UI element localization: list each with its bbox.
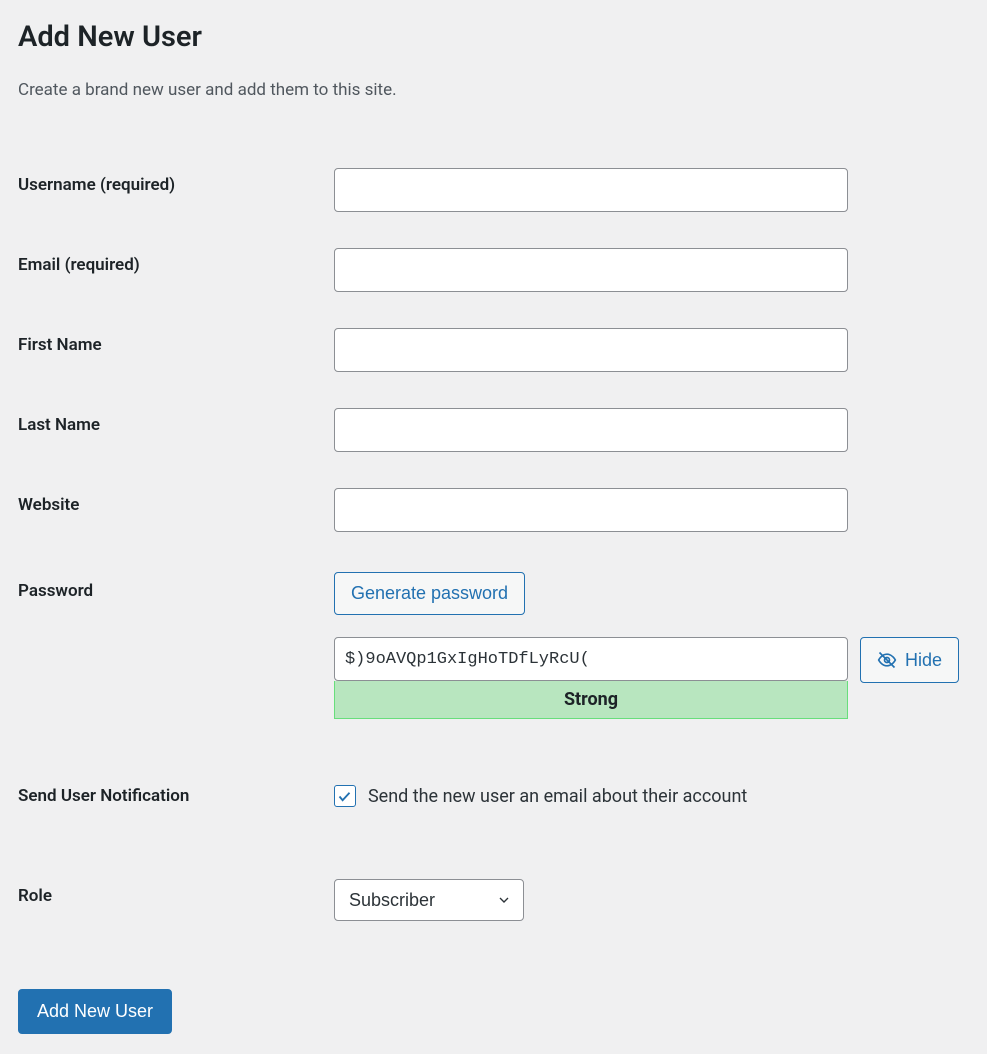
eye-slash-icon <box>877 650 897 670</box>
last-name-input[interactable] <box>334 408 848 452</box>
send-notification-checkbox[interactable] <box>334 785 356 807</box>
password-input[interactable] <box>334 637 848 681</box>
first-name-label: First Name <box>18 335 102 355</box>
password-strength-indicator: Strong <box>334 681 848 719</box>
password-label: Password <box>18 581 93 601</box>
generate-password-button[interactable]: Generate password <box>334 572 525 615</box>
notification-checkbox-label: Send the new user an email about their a… <box>368 786 747 807</box>
first-name-input[interactable] <box>334 328 848 372</box>
role-label: Role <box>18 886 52 906</box>
role-select[interactable]: Subscriber <box>334 879 524 921</box>
website-input[interactable] <box>334 488 848 532</box>
notification-label: Send User Notification <box>18 786 189 806</box>
username-label: Username (required) <box>18 175 175 195</box>
page-title: Add New User <box>18 20 969 54</box>
username-input[interactable] <box>334 168 848 212</box>
add-user-form: Username (required) Email (required) Fir… <box>18 150 969 939</box>
page-description: Create a brand new user and add them to … <box>18 80 969 100</box>
website-label: Website <box>18 495 79 515</box>
last-name-label: Last Name <box>18 415 100 435</box>
add-new-user-button[interactable]: Add New User <box>18 989 172 1034</box>
hide-password-button[interactable]: Hide <box>860 637 959 683</box>
check-icon <box>337 789 352 804</box>
email-input[interactable] <box>334 248 848 292</box>
email-label: Email (required) <box>18 255 140 275</box>
